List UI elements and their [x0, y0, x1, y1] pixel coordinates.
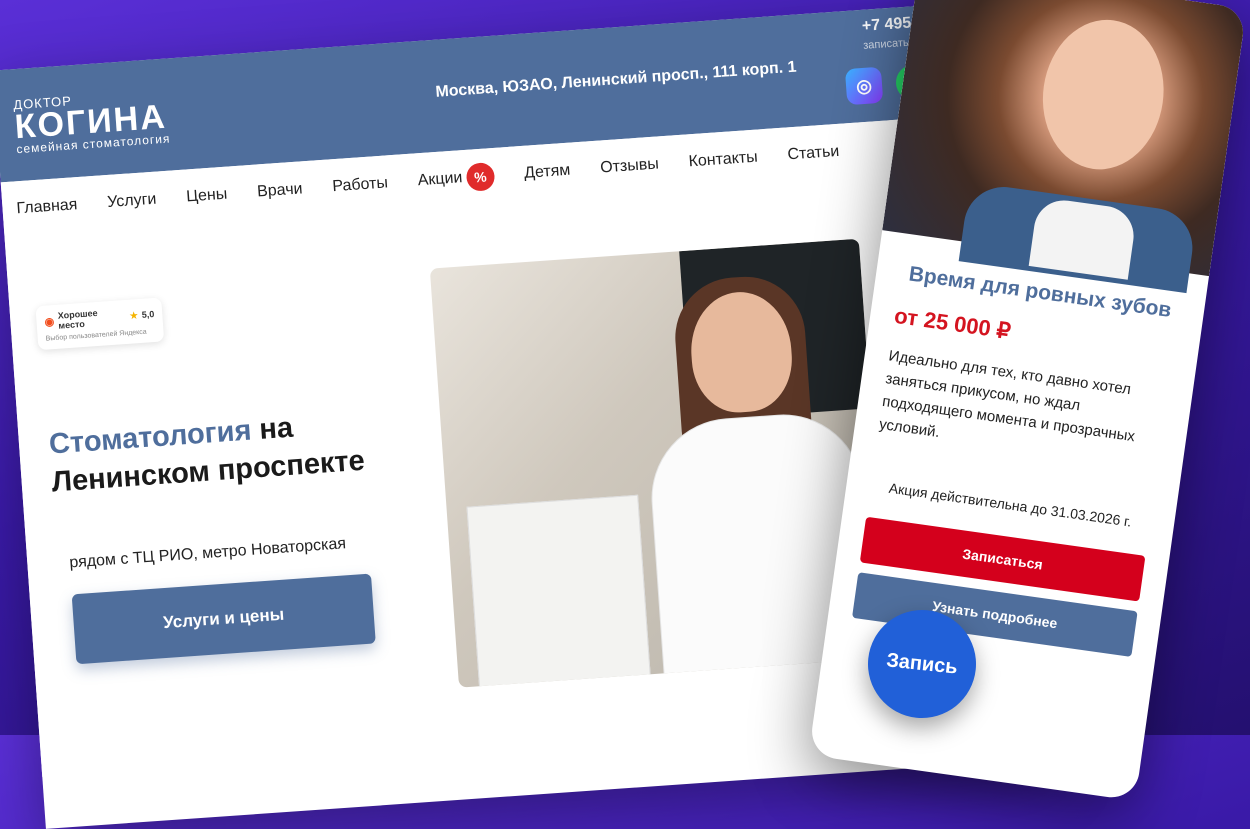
hero-title-part1: на — [250, 411, 295, 447]
nav-item-doctors[interactable]: Врачи — [257, 180, 304, 201]
max-icon[interactable]: ◎ — [844, 66, 884, 106]
nav-item-articles[interactable]: Статьи — [787, 143, 840, 165]
nav-item-reviews[interactable]: Отзывы — [600, 155, 660, 177]
yandex-good-place-badge[interactable]: ◉ Хорошее место ★ 5,0 Выбор пользователе… — [35, 297, 165, 351]
services-prices-button[interactable]: Услуги и цены — [71, 573, 376, 665]
photo-face — [1033, 11, 1174, 178]
nav-item-home[interactable]: Главная — [16, 196, 78, 218]
hero-title: Стоматология на Ленинском проспекте — [48, 396, 472, 501]
percent-badge-icon: % — [465, 161, 496, 192]
hero-subtitle: рядом с ТЦ РИО, метро Новаторская — [68, 535, 347, 572]
nav-item-kids[interactable]: Детям — [524, 162, 571, 183]
site-logo[interactable]: ДОКТОР КОГИНА семейная стоматология — [13, 87, 171, 156]
map-pin-icon: ◉ — [44, 315, 55, 329]
nav-item-works[interactable]: Работы — [332, 174, 389, 196]
smiling-patient-photo — [882, 0, 1247, 294]
badge-rating: 5,0 — [141, 309, 155, 320]
nav-item-contacts[interactable]: Контакты — [688, 149, 758, 172]
nav-item-prices[interactable]: Цены — [186, 186, 228, 207]
nav-item-promotions-label: Акции — [417, 169, 463, 190]
badge-title-row: ◉ Хорошее место ★ 5,0 — [44, 304, 155, 332]
clinic-address: Москва, ЮЗАО, Ленинский просп., 111 корп… — [434, 58, 798, 101]
nav-item-services[interactable]: Услуги — [107, 191, 157, 212]
nav-item-promotions[interactable]: Акции % — [417, 161, 496, 195]
promo-content: Время для ровных зубов от 25 000 ₽ Идеал… — [825, 230, 1209, 680]
star-icon: ★ — [129, 309, 139, 321]
promo-description: Идеально для тех, кто давно хотел занять… — [878, 347, 1136, 446]
doctor-photo — [429, 238, 889, 688]
photo-cabinet — [466, 494, 653, 688]
badge-title: Хорошее место — [57, 307, 98, 331]
